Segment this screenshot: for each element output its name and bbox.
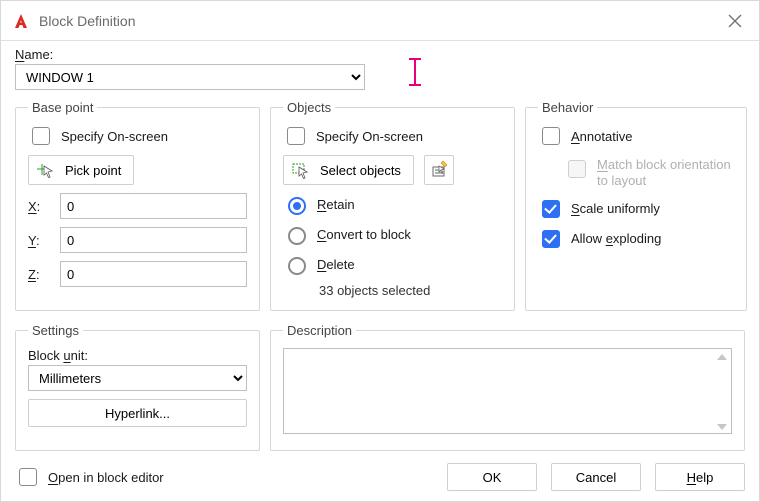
quick-select-button[interactable]: [424, 155, 454, 185]
block-unit-combobox[interactable]: Millimeters: [28, 365, 247, 391]
objects-specify-onscreen-label: Specify On-screen: [316, 129, 423, 144]
pick-point-label: Pick point: [65, 163, 121, 178]
x-input[interactable]: [60, 193, 247, 219]
select-objects-button[interactable]: Select objects: [283, 155, 414, 185]
close-icon[interactable]: [715, 1, 755, 41]
behavior-group: Behavior Annotative Match block orientat…: [525, 100, 747, 311]
basepoint-specify-onscreen-label: Specify On-screen: [61, 129, 168, 144]
help-button[interactable]: Help: [655, 463, 745, 491]
titlebar: Block Definition: [1, 1, 759, 41]
description-textarea[interactable]: [283, 348, 732, 434]
match-orientation-label: Match block orientation to layout: [597, 157, 731, 190]
basepoint-legend: Base point: [28, 100, 97, 115]
x-label: X:: [28, 199, 50, 214]
convert-radio[interactable]: [288, 227, 306, 245]
ok-button[interactable]: OK: [447, 463, 537, 491]
select-objects-icon: [290, 160, 310, 180]
basepoint-group: Base point Specify On-screen: [15, 100, 260, 311]
z-input[interactable]: [60, 261, 247, 287]
annotative-checkbox[interactable]: [542, 127, 560, 145]
allow-exploding-checkbox[interactable]: [542, 230, 560, 248]
window-title: Block Definition: [39, 13, 715, 29]
match-orientation-checkbox: [568, 160, 586, 178]
basepoint-specify-onscreen-checkbox[interactable]: [32, 127, 50, 145]
behavior-legend: Behavior: [538, 100, 597, 115]
y-label: Y:: [28, 233, 50, 248]
block-definition-dialog: Block Definition Name: WINDOW 1: [0, 0, 760, 502]
delete-radio[interactable]: [288, 257, 306, 275]
scroll-down-icon[interactable]: [717, 424, 727, 430]
retain-radio[interactable]: [288, 197, 306, 215]
open-in-block-editor-label: Open in block editor: [48, 470, 164, 485]
settings-legend: Settings: [28, 323, 83, 338]
description-group: Description: [270, 323, 745, 451]
scale-uniformly-checkbox[interactable]: [542, 200, 560, 218]
hyperlink-button[interactable]: Hyperlink...: [28, 399, 247, 427]
quick-select-icon: [430, 160, 448, 181]
dialog-footer: Open in block editor OK Cancel Help: [15, 463, 745, 491]
objects-group: Objects Specify On-screen: [270, 100, 515, 311]
objects-specify-onscreen-checkbox[interactable]: [287, 127, 305, 145]
convert-label: Convert to block: [317, 227, 411, 242]
pick-point-button[interactable]: Pick point: [28, 155, 134, 185]
name-combobox[interactable]: WINDOW 1: [15, 64, 365, 90]
name-label: Name:: [15, 47, 365, 62]
block-preview-icon: [397, 56, 433, 88]
objects-selected-status: 33 objects selected: [283, 283, 502, 298]
objects-legend: Objects: [283, 100, 335, 115]
allow-exploding-label: Allow exploding: [571, 231, 661, 246]
z-label: Z:: [28, 267, 50, 282]
settings-group: Settings Block unit: Millimeters Hyperli…: [15, 323, 260, 451]
scroll-up-icon[interactable]: [717, 354, 727, 360]
annotative-label: Annotative: [571, 129, 632, 144]
open-in-block-editor-checkbox[interactable]: [19, 468, 37, 486]
retain-label: Retain: [317, 197, 355, 212]
cancel-button[interactable]: Cancel: [551, 463, 641, 491]
scale-uniformly-label: Scale uniformly: [571, 201, 660, 216]
description-legend: Description: [283, 323, 356, 338]
delete-label: Delete: [317, 257, 355, 272]
autocad-app-icon: [11, 11, 31, 31]
select-objects-label: Select objects: [320, 163, 401, 178]
pick-point-icon: [35, 160, 55, 180]
block-unit-label: Block unit:: [28, 348, 247, 363]
y-input[interactable]: [60, 227, 247, 253]
